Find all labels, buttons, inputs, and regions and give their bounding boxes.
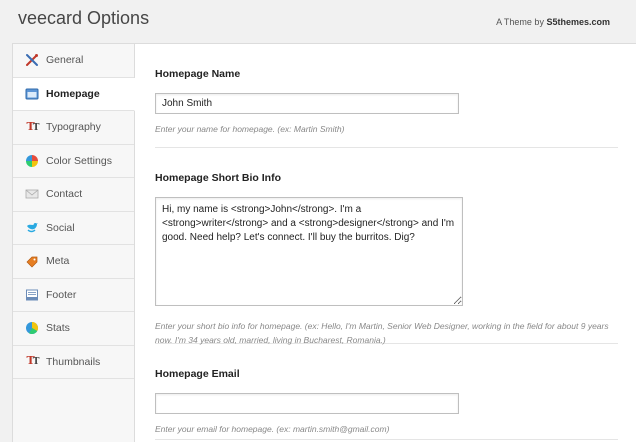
settings-content: Homepage Name Enter your name for homepa… [136,44,636,442]
sidebar-item-label: Contact [46,188,83,201]
credit-brand-link[interactable]: S5themes.com [546,17,610,27]
theme-credit: A Theme by S5themes.com [496,17,610,27]
sidebar-item-label: General [46,54,84,67]
page-header: veecard Options A Theme by S5themes.com [0,0,636,42]
sidebar-item-color-settings[interactable]: Color Settings [13,145,134,178]
sidebar-item-homepage[interactable]: Homepage [13,77,135,111]
twitter-bird-icon [25,221,39,235]
sidebar-item-label: Social [46,221,75,234]
sidebar-item-social[interactable]: Social [13,212,134,245]
sidebar-item-label: Footer [46,288,77,301]
sidebar-item-label: Stats [46,322,70,335]
credit-prefix: A Theme by [496,17,544,27]
homepage-name-section: Homepage Name Enter your name for homepa… [155,44,618,148]
tools-icon [25,53,39,67]
page-title: veecard Options [18,8,150,28]
homepage-email-help: Enter your email for homepage. (ex: mart… [155,424,390,434]
homepage-email-label: Homepage Email [155,368,240,380]
sidebar-item-label: Homepage [46,87,100,100]
sidebar-item-contact[interactable]: Contact [13,178,134,212]
pie-chart-icon [25,321,39,335]
sidebar-nav: General Homepage TT Typography Color Set… [13,44,135,442]
tag-icon [25,254,39,268]
sidebar-item-meta[interactable]: Meta [13,245,134,279]
sidebar-item-thumbnails[interactable]: TT Thumbnails [13,346,134,379]
envelope-icon [25,187,39,201]
typography-icon: TT [26,119,40,133]
browser-window-icon [25,87,39,101]
footer-layout-icon [25,288,39,302]
homepage-bio-label: Homepage Short Bio Info [155,172,281,184]
sidebar-item-label: Color Settings [46,154,112,167]
homepage-bio-textarea[interactable]: Hi, my name is <strong>John</strong>. I'… [155,197,463,306]
sidebar-item-footer[interactable]: Footer [13,279,134,312]
options-panel: General Homepage TT Typography Color Set… [12,43,636,442]
homepage-name-label: Homepage Name [155,68,241,80]
color-wheel-icon [25,154,39,168]
homepage-email-input[interactable] [155,393,459,414]
sidebar-item-label: Thumbnails [46,355,101,368]
homepage-bio-section: Homepage Short Bio Info Hi, my name is <… [155,148,618,345]
sidebar-item-general[interactable]: General [13,44,134,78]
sidebar-item-label: Meta [46,255,70,268]
typography-icon: TT [26,354,40,368]
homepage-name-input[interactable] [155,93,459,114]
sidebar-item-stats[interactable]: Stats [13,312,134,346]
sidebar-item-label: Typography [46,121,101,134]
sidebar-item-typography[interactable]: TT Typography [13,111,134,145]
homepage-email-section: Homepage Email Enter your email for home… [155,344,618,440]
homepage-bio-help: Enter your short bio info for homepage. … [155,321,609,345]
homepage-name-help: Enter your name for homepage. (ex: Marti… [155,124,345,134]
